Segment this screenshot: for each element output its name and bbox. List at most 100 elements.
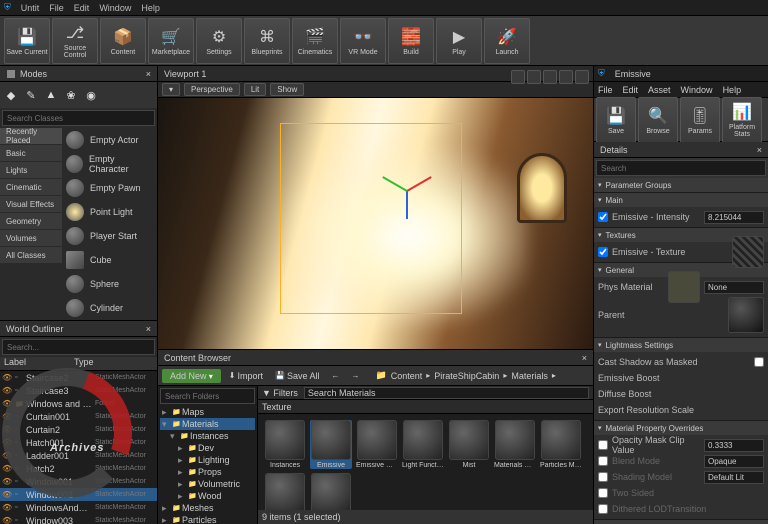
phys-material-thumb[interactable] xyxy=(668,271,700,303)
category-volumes[interactable]: Volumes xyxy=(0,230,62,247)
category-visual-effects[interactable]: Visual Effects xyxy=(0,196,62,213)
outliner-row[interactable]: 👁▫Hatch001StaticMeshActor xyxy=(0,436,157,449)
menu-window[interactable]: Window xyxy=(99,3,131,13)
landscape-mode-icon[interactable]: ▲ xyxy=(42,86,60,104)
outliner-row[interactable]: 👁▫Staircase2StaticMeshActor xyxy=(0,371,157,384)
tree-particles[interactable]: ▸📁Particles xyxy=(160,514,255,524)
cinematics-button[interactable]: 🎬Cinematics xyxy=(292,18,338,64)
outliner-row[interactable]: 👁▫Staircase3StaticMeshActor xyxy=(0,384,157,397)
eye-icon[interactable]: 👁 xyxy=(2,425,12,434)
asset-volume-master[interactable]: Volume Master xyxy=(264,473,306,510)
outliner-row[interactable]: 👁▫Window001StaticMeshActor xyxy=(0,475,157,488)
close-icon[interactable]: × xyxy=(146,69,151,79)
shading-override-checkbox[interactable] xyxy=(598,472,608,482)
phys-material-value[interactable]: None xyxy=(704,281,764,294)
tree-toggle-icon[interactable]: ▸ xyxy=(178,479,186,490)
tree-toggle-icon[interactable]: ▸ xyxy=(178,467,186,478)
perspective-button[interactable]: Perspective xyxy=(184,83,240,96)
outliner-row[interactable]: 👁▫Curtain2StaticMeshActor xyxy=(0,423,157,436)
crumb-materials[interactable]: Materials xyxy=(511,371,548,381)
outliner-row[interactable]: 👁▫Ladder001StaticMeshActor xyxy=(0,449,157,462)
blueprints-button[interactable]: ⌘Blueprints xyxy=(244,18,290,64)
tree-search-input[interactable] xyxy=(165,392,250,401)
eye-icon[interactable]: 👁 xyxy=(2,373,12,382)
eye-icon[interactable]: 👁 xyxy=(2,516,12,524)
outliner-row[interactable]: 👁▫Curtain001StaticMeshActor xyxy=(0,410,157,423)
lit-button[interactable]: Lit xyxy=(244,83,266,96)
eye-icon[interactable]: 👁 xyxy=(2,503,12,512)
actor-cube[interactable]: Cube xyxy=(62,248,157,272)
asset-col-texture[interactable]: Texture xyxy=(262,402,292,412)
vrmode-button[interactable]: 👓VR Mode xyxy=(340,18,386,64)
close-icon[interactable]: × xyxy=(582,353,587,363)
geometry-mode-icon[interactable]: ◉ xyxy=(82,86,100,104)
menu-edit[interactable]: Edit xyxy=(623,85,639,95)
asset-instances[interactable]: Instances xyxy=(264,420,306,469)
tree-toggle-icon[interactable]: ▸ xyxy=(162,515,170,524)
blend-override-checkbox[interactable] xyxy=(598,456,608,466)
filters-button[interactable]: ▼ Filters xyxy=(262,388,298,398)
close-icon[interactable]: × xyxy=(757,145,762,155)
tree-toggle-icon[interactable]: ▾ xyxy=(162,419,170,430)
params-button[interactable]: 🎚Params xyxy=(680,97,720,143)
outliner-row[interactable]: 👁▫Window002StaticMeshActor xyxy=(0,488,157,501)
history-fwd-button[interactable]: → xyxy=(348,369,364,382)
paint-mode-icon[interactable]: ✎ xyxy=(22,86,40,104)
add-new-button[interactable]: Add New ▾ xyxy=(162,369,221,383)
tree-volumetric[interactable]: ▸📁Volumetric xyxy=(160,478,255,490)
eye-icon[interactable]: 👁 xyxy=(2,451,12,460)
market-button[interactable]: 🛒Marketplace xyxy=(148,18,194,64)
save2-button[interactable]: 💾Save xyxy=(596,97,636,143)
menu-window[interactable]: Window xyxy=(681,85,713,95)
asset-materials-master[interactable]: Materials Master xyxy=(494,420,536,469)
eye-icon[interactable]: 👁 xyxy=(2,399,12,408)
details-search-input[interactable] xyxy=(601,164,761,173)
emissive-intensity-value[interactable]: 8.215044 xyxy=(704,211,764,224)
eye-icon[interactable]: 👁 xyxy=(2,412,12,421)
outliner-col-type[interactable]: Type xyxy=(70,357,98,370)
section-lightmass[interactable]: Lightmass Settings xyxy=(594,338,768,352)
actor-empty-character[interactable]: Empty Character xyxy=(62,152,157,176)
cast-shadow-checkbox[interactable] xyxy=(754,357,764,367)
asset-volume-master[interactable]: Volume Master xyxy=(310,473,352,510)
category-cinematic[interactable]: Cinematic xyxy=(0,179,62,196)
emissive-texture-checkbox[interactable] xyxy=(598,247,608,257)
actor-empty-actor[interactable]: Empty Actor xyxy=(62,128,157,152)
import-button[interactable]: ⬇ Import xyxy=(225,369,267,383)
eye-icon[interactable]: 👁 xyxy=(2,490,12,499)
modes-search[interactable] xyxy=(2,110,155,126)
details-panel[interactable]: Parameter Groups Main Emissive - Intensi… xyxy=(594,178,768,524)
rotation-snap-icon[interactable] xyxy=(527,70,541,84)
outliner-row[interactable]: 👁▫WindowsAndDoorsStaticMeshActor xyxy=(0,501,157,514)
menu-edit[interactable]: Edit xyxy=(74,3,90,13)
viewport-menu-button[interactable]: ▾ xyxy=(162,83,180,96)
content-tree[interactable]: ▸📁Maps▾📁Materials▾📁Instances▸📁Dev▸📁Light… xyxy=(158,386,258,524)
assets-grid[interactable]: InstancesEmissiveEmissive MasterLight Fu… xyxy=(258,414,593,510)
foliage-mode-icon[interactable]: ❀ xyxy=(62,86,80,104)
tree-instances[interactable]: ▾📁Instances xyxy=(160,430,255,442)
menu-file[interactable]: File xyxy=(598,85,613,95)
save-button[interactable]: 💾Save Current xyxy=(4,18,50,64)
menu-file[interactable]: File xyxy=(49,3,64,13)
outliner-search[interactable] xyxy=(2,339,155,355)
eye-icon[interactable]: 👁 xyxy=(2,386,12,395)
tree-wood[interactable]: ▸📁Wood xyxy=(160,490,255,502)
tree-materials[interactable]: ▾📁Materials xyxy=(160,418,255,430)
save-all-button[interactable]: 💾 Save All xyxy=(271,369,324,383)
blend-mode-value[interactable]: Opaque xyxy=(704,455,764,468)
section-parameter-groups[interactable]: Parameter Groups xyxy=(594,178,768,192)
tree-toggle-icon[interactable]: ▸ xyxy=(178,491,186,502)
asset-emissive[interactable]: Emissive xyxy=(310,420,352,469)
emissive-texture-thumb[interactable] xyxy=(732,236,764,268)
actor-point-light[interactable]: Point Light xyxy=(62,200,157,224)
tree-toggle-icon[interactable]: ▾ xyxy=(170,431,178,442)
tree-search[interactable] xyxy=(160,388,255,404)
section-main[interactable]: Main xyxy=(594,193,768,207)
category-basic[interactable]: Basic xyxy=(0,145,62,162)
parent-material-thumb[interactable] xyxy=(728,297,764,333)
asset-emissive-master[interactable]: Emissive Master xyxy=(356,420,398,469)
category-recently-placed[interactable]: Recently Placed xyxy=(0,128,62,145)
eye-icon[interactable]: 👁 xyxy=(2,477,12,486)
section-overrides[interactable]: Material Property Overrides xyxy=(594,421,768,435)
details-search[interactable] xyxy=(596,160,766,176)
